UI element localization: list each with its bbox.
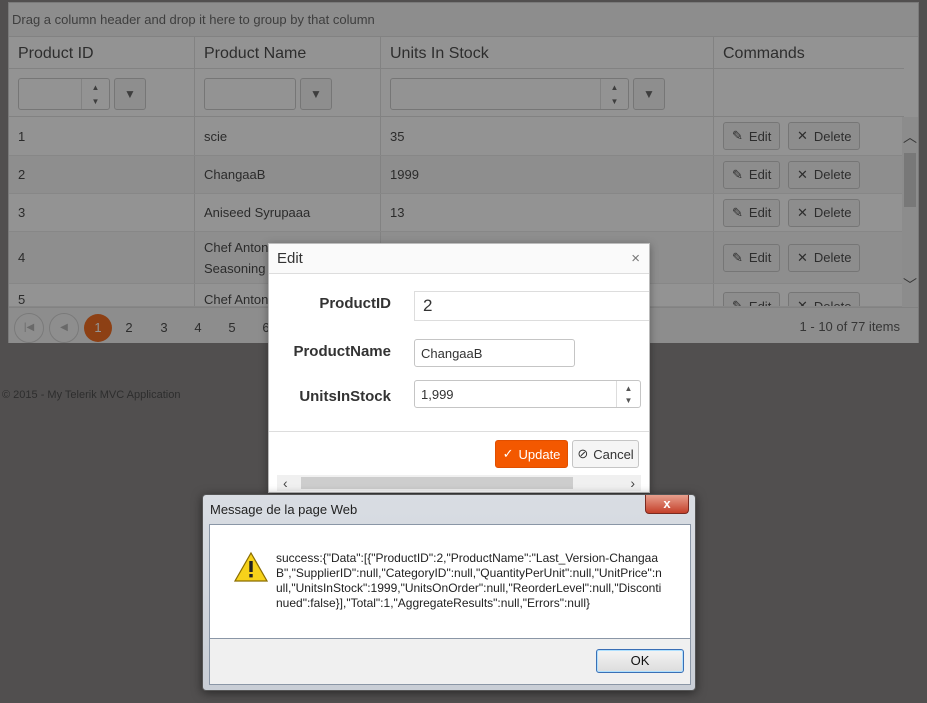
scroll-left-icon[interactable]: ‹	[283, 475, 288, 491]
edit-window-divider	[269, 431, 649, 432]
edit-window: Edit × ProductID 2 ProductName ChangaaB …	[268, 243, 650, 493]
message-button-bar: OK	[209, 639, 691, 685]
cancel-label: Cancel	[593, 446, 634, 462]
product-name-label: ProductName	[293, 343, 391, 360]
update-button[interactable]: ✓ Update	[495, 440, 568, 468]
warning-icon	[234, 551, 268, 582]
ok-button[interactable]: OK	[596, 649, 684, 673]
scroll-right-icon[interactable]: ›	[630, 475, 635, 491]
cancel-button[interactable]: ⊘ Cancel	[572, 440, 639, 468]
units-in-stock-label: UnitsInStock	[299, 388, 391, 405]
product-name-input[interactable]: ChangaaB	[414, 339, 575, 367]
message-dialog-title: Message de la page Web	[210, 502, 358, 517]
checkmark-icon: ✓	[502, 446, 514, 461]
product-id-label: ProductID	[319, 295, 391, 312]
units-in-stock-value: 1,999	[421, 387, 454, 402]
scrollbar-thumb[interactable]	[301, 477, 573, 489]
close-icon: x	[663, 496, 671, 511]
close-icon[interactable]: ×	[631, 250, 640, 267]
units-in-stock-spinner[interactable]: ▲ ▼	[616, 381, 640, 407]
update-label: Update	[518, 446, 561, 462]
message-body: success:{"Data":[{"ProductID":2,"Product…	[209, 524, 691, 639]
close-button[interactable]: x	[645, 495, 689, 514]
message-text: success:{"Data":[{"ProductID":2,"Product…	[276, 551, 662, 610]
web-page-message-dialog: Message de la page Web x success:{"Data"…	[202, 494, 696, 691]
cancel-icon: ⊘	[577, 446, 589, 461]
edit-window-title: Edit	[269, 244, 649, 274]
units-in-stock-input[interactable]: 1,999 ▲ ▼	[414, 380, 641, 408]
edit-window-horizontal-scrollbar[interactable]: ‹ ›	[277, 475, 641, 491]
product-id-value: 2	[414, 291, 649, 321]
